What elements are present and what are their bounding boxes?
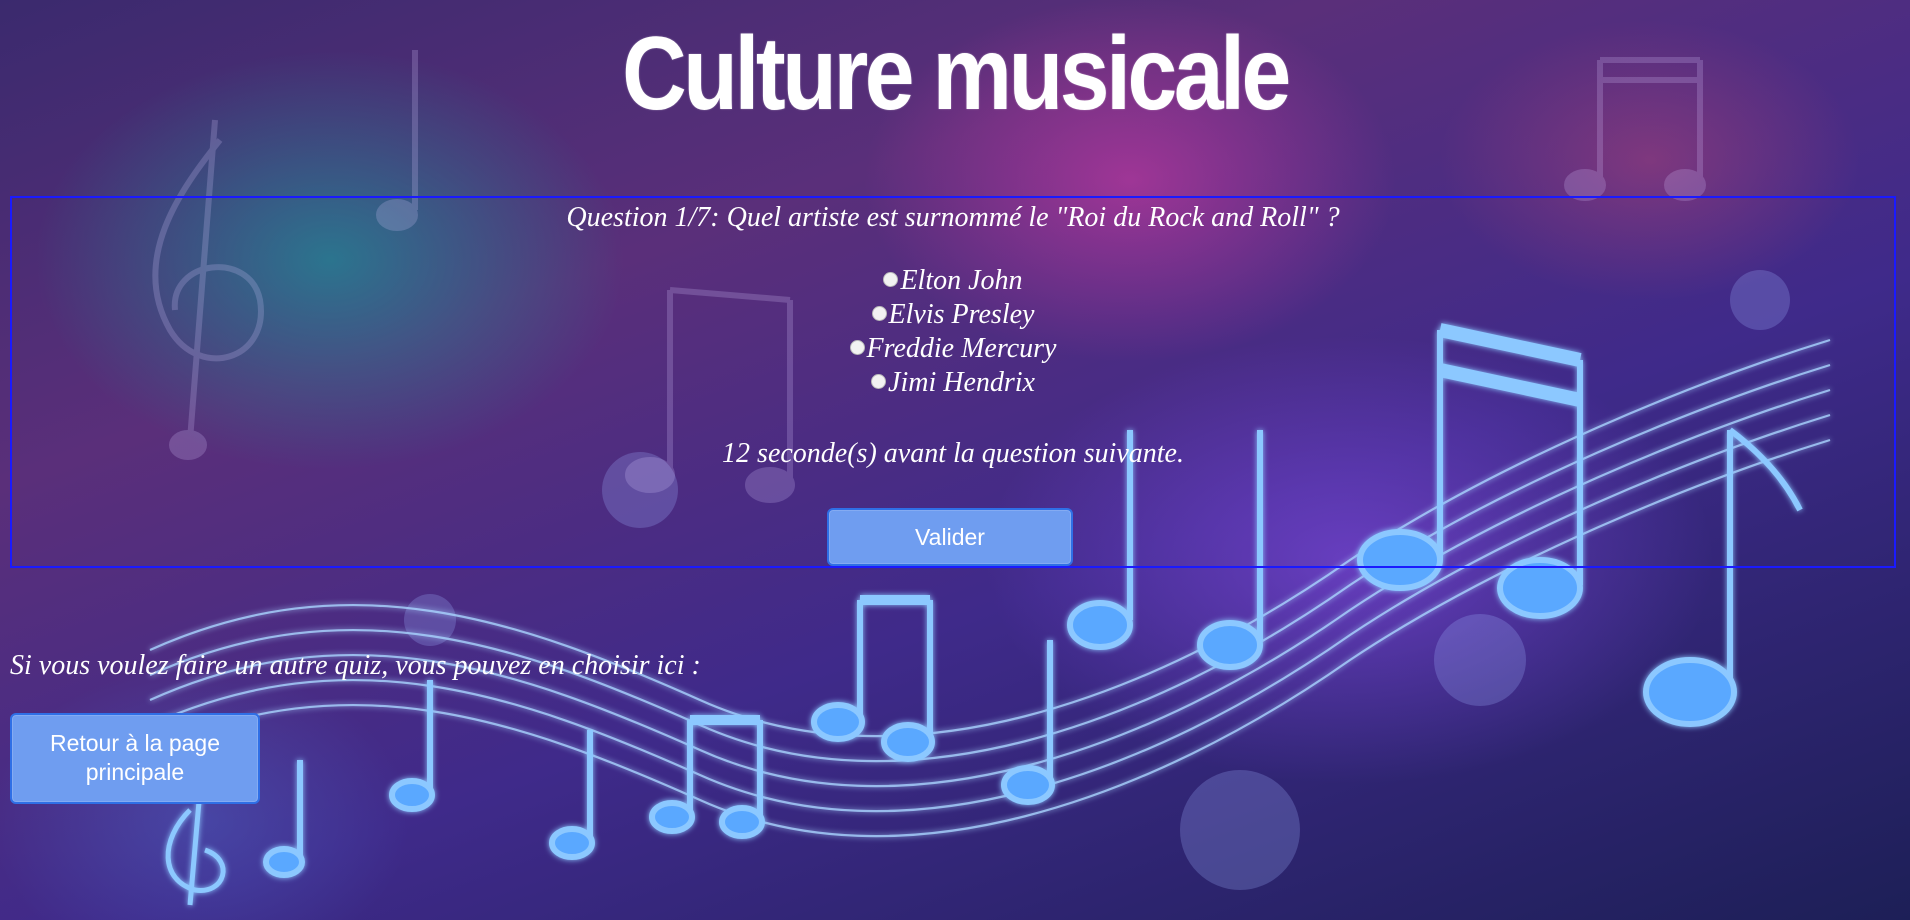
answer-option-freddie-mercury[interactable]: Freddie Mercury xyxy=(12,332,1894,366)
radio-button-icon[interactable] xyxy=(871,374,887,389)
answer-option-jimi-hendrix[interactable]: Jimi Hendrix xyxy=(12,366,1894,400)
page-title: Culture musicale xyxy=(622,16,1291,132)
countdown-text: 12 seconde(s) avant la question suivante… xyxy=(722,438,1184,469)
answer-label: Freddie Mercury xyxy=(866,333,1057,364)
answer-label: Jimi Hendrix xyxy=(888,367,1035,398)
answer-label: Elton John xyxy=(900,265,1023,296)
other-quiz-prompt: Si vous voulez faire un autre quiz, vous… xyxy=(10,650,701,681)
quiz-panel: Question 1/7: Quel artiste est surnommé … xyxy=(10,196,1896,568)
radio-button-icon[interactable] xyxy=(883,272,899,287)
question-text: Question 1/7: Quel artiste est surnommé … xyxy=(566,202,1340,233)
answer-label: Elvis Presley xyxy=(888,299,1035,330)
radio-button-icon[interactable] xyxy=(849,340,865,355)
answer-option-elton-john[interactable]: Elton John xyxy=(12,264,1894,298)
answer-list: Elton John Elvis Presley Freddie Mercury… xyxy=(12,264,1894,400)
validate-button[interactable]: Valider xyxy=(827,508,1073,566)
answer-option-elvis-presley[interactable]: Elvis Presley xyxy=(12,298,1894,332)
radio-button-icon[interactable] xyxy=(871,306,887,321)
home-button[interactable]: Retour à la page principale xyxy=(10,713,260,804)
